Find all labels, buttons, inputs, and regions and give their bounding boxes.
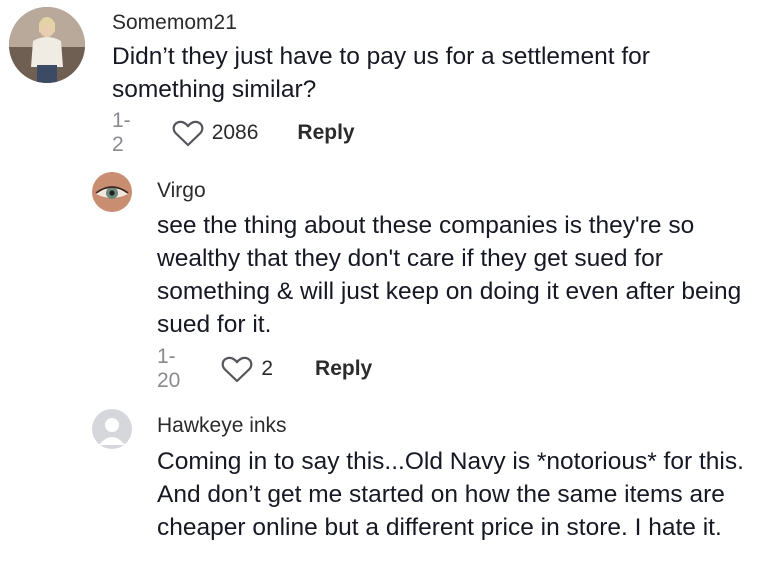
comment-text: Coming in to say this...Old Navy is *not… <box>157 448 744 541</box>
comment-text: see the thing about these companies is t… <box>157 212 742 338</box>
comment-username[interactable]: Somemom21 <box>112 11 237 35</box>
reply-button[interactable]: Reply <box>297 121 354 145</box>
comment-date: 1-20 <box>157 345 181 392</box>
comment-username[interactable]: Hawkeye inks <box>157 414 287 438</box>
avatar[interactable] <box>9 7 85 83</box>
like-count: 2086 <box>211 121 259 144</box>
reply-button[interactable]: Reply <box>315 357 372 381</box>
like-count: 2 <box>261 357 274 380</box>
user-photo-icon <box>9 7 85 83</box>
comment-date: 1-2 <box>112 109 131 156</box>
like-button[interactable]: 2 <box>221 356 273 383</box>
like-button[interactable]: 2086 <box>172 120 259 147</box>
comment-username[interactable]: Virgo <box>157 179 206 203</box>
comment-actions: 1-20 2 Reply <box>157 345 372 392</box>
comment-actions: 1-2 2086 Reply <box>112 109 355 156</box>
eye-photo-icon <box>92 172 132 212</box>
heart-icon <box>221 356 253 382</box>
avatar[interactable] <box>92 172 132 212</box>
comment-text: Didn’t they just have to pay us for a se… <box>112 43 650 103</box>
heart-icon <box>172 120 204 146</box>
avatar[interactable] <box>92 409 132 449</box>
default-avatar-icon <box>92 409 132 449</box>
